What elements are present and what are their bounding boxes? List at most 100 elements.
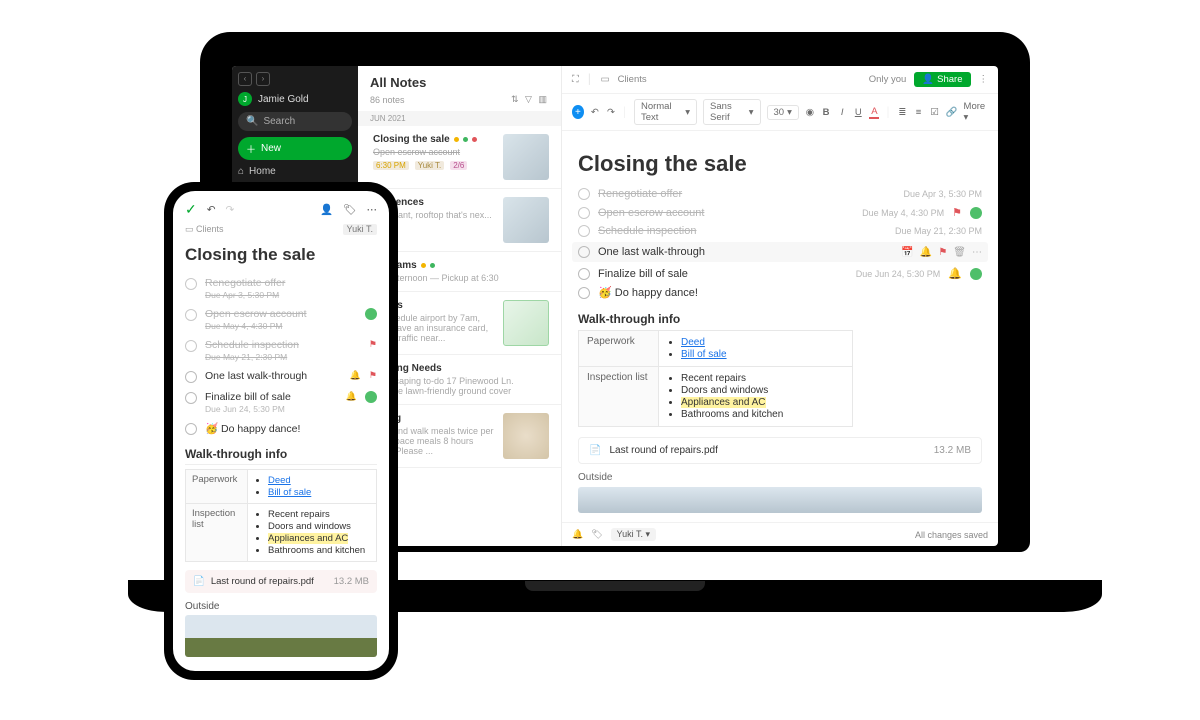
- task-checkbox[interactable]: [185, 278, 197, 290]
- date-header: JUN 2021: [358, 111, 561, 126]
- view-icon[interactable]: ▥: [538, 94, 549, 104]
- calendar-icon[interactable]: 📅: [901, 247, 913, 258]
- task-due: Due May 21, 2:30 PM: [205, 352, 361, 362]
- table-header: Inspection list: [186, 504, 248, 562]
- task-checkbox[interactable]: [578, 207, 590, 219]
- chevron-down-icon: ▾: [749, 107, 754, 118]
- task-checkbox[interactable]: [185, 309, 197, 321]
- new-button[interactable]: ＋ New: [238, 137, 352, 160]
- more-icon[interactable]: ⋯: [367, 204, 378, 216]
- font-family-select[interactable]: Sans Serif ▾: [703, 99, 760, 125]
- reminder-icon[interactable]: 🔔: [920, 247, 932, 258]
- attachment-size: 13.2 MB: [934, 445, 971, 456]
- task-text[interactable]: One last walk-through: [598, 246, 893, 258]
- task-row[interactable]: 🥳 Do happy dance!: [185, 418, 377, 439]
- task-row[interactable]: Schedule inspectionDue May 21, 2:30 PM⚑: [185, 335, 377, 366]
- checklist-icon[interactable]: ☑: [930, 107, 940, 118]
- bold-icon[interactable]: B: [821, 107, 831, 118]
- task-checkbox[interactable]: [185, 340, 197, 352]
- text-color-icon[interactable]: ◉: [805, 107, 815, 118]
- task-row[interactable]: Schedule inspectionDue May 21, 2:30 PM: [578, 222, 982, 240]
- account-menu[interactable]: J Jamie Gold: [238, 92, 352, 106]
- more-button[interactable]: More ▾: [964, 101, 988, 123]
- search-input[interactable]: 🔍 Search: [238, 112, 352, 131]
- attached-image[interactable]: [185, 615, 377, 657]
- note-thumbnail: [503, 300, 549, 346]
- numbered-list-icon[interactable]: ≡: [913, 107, 923, 118]
- task-row[interactable]: Renegotiate offerDue Apr 3, 5:30 PM: [578, 185, 982, 203]
- breadcrumb[interactable]: Clients: [196, 224, 224, 234]
- flag-icon: ⚑: [369, 370, 377, 381]
- insert-button[interactable]: +: [572, 105, 584, 119]
- redo-icon[interactable]: ↷: [226, 204, 235, 216]
- assignee-chip[interactable]: Yuki T. ▾: [611, 528, 656, 541]
- link[interactable]: Deed: [681, 337, 705, 348]
- nav-forward-icon[interactable]: ›: [256, 72, 270, 86]
- link[interactable]: Bill of sale: [268, 487, 311, 498]
- font-size-select[interactable]: 30 ▾: [767, 105, 799, 120]
- redo-icon[interactable]: ↷: [606, 107, 616, 118]
- table-header: Paperwork: [186, 470, 248, 504]
- link[interactable]: Bill of sale: [681, 349, 727, 360]
- tag-icon[interactable]: 🏷: [343, 203, 356, 216]
- task-checkbox[interactable]: [185, 392, 197, 404]
- task-text: 🥳 Do happy dance!: [598, 286, 982, 299]
- breadcrumb[interactable]: Clients: [618, 74, 647, 85]
- task-row[interactable]: Finalize bill of saleDue Jun 24, 5:30 PM…: [185, 387, 377, 418]
- task-row[interactable]: Open escrow accountDue May 4, 4:30 PM⚑: [578, 203, 982, 222]
- undo-icon[interactable]: ↶: [207, 204, 216, 216]
- attached-image[interactable]: [578, 487, 982, 513]
- more-icon[interactable]: ⋮: [979, 74, 989, 85]
- search-icon: 🔍: [246, 116, 258, 127]
- task-row[interactable]: One last walk-through 📅 🔔 ⚑ 🗑 ⋯: [572, 242, 988, 262]
- done-icon[interactable]: ✓: [185, 201, 197, 218]
- table-cell: DeedBill of sale: [659, 331, 853, 367]
- filter-icon[interactable]: ▽: [525, 94, 534, 104]
- task-row[interactable]: One last walk-through🔔⚑: [185, 366, 377, 387]
- task-checkbox[interactable]: [578, 246, 590, 258]
- task-checkbox[interactable]: [185, 423, 197, 435]
- task-checkbox[interactable]: [578, 188, 590, 200]
- task-row[interactable]: Renegotiate offerDue Apr 3, 5:30 PM: [185, 273, 377, 304]
- task-checkbox[interactable]: [578, 287, 590, 299]
- note-editor: ⛶ │ ▭ Clients Only you 👤Share ⋮ +: [562, 66, 998, 546]
- highlight-icon[interactable]: A: [869, 106, 879, 119]
- paragraph-style-select[interactable]: Normal Text ▾: [634, 99, 697, 125]
- nav-back-icon[interactable]: ‹: [238, 72, 252, 86]
- attachment[interactable]: 📄 Last round of repairs.pdf 13.2 MB: [185, 570, 377, 593]
- task-checkbox[interactable]: [578, 268, 590, 280]
- reminder-footer-icon[interactable]: 🔔: [572, 529, 583, 540]
- attachment[interactable]: 📄 Last round of repairs.pdf 13.2 MB: [578, 437, 982, 464]
- share-icon[interactable]: 👤: [320, 203, 333, 216]
- save-status: All changes saved: [915, 530, 988, 540]
- note-title[interactable]: Closing the sale: [185, 245, 377, 265]
- more-icon[interactable]: ⋯: [972, 247, 982, 258]
- task-due: Due May 21, 2:30 PM: [895, 226, 982, 236]
- task-due: Due May 4, 4:30 PM: [205, 321, 357, 331]
- section-heading: Walk-through info: [185, 447, 377, 465]
- assignee-chip[interactable]: Yuki T.: [343, 224, 377, 235]
- note-item[interactable]: Closing the sale Open escrow account 6:3…: [358, 126, 561, 189]
- note-title[interactable]: Closing the sale: [578, 151, 982, 177]
- sort-icon[interactable]: ⇅: [511, 94, 521, 104]
- task-text: Renegotiate offer: [598, 188, 895, 200]
- delete-icon[interactable]: 🗑: [953, 247, 966, 258]
- undo-icon[interactable]: ↶: [590, 107, 600, 118]
- link-icon[interactable]: 🔗: [946, 107, 958, 118]
- flag-icon[interactable]: ⚑: [938, 247, 947, 258]
- task-checkbox[interactable]: [578, 225, 590, 237]
- expand-icon[interactable]: ⛶: [572, 74, 579, 85]
- bullet-list-icon[interactable]: ≣: [897, 107, 907, 118]
- underline-icon[interactable]: U: [853, 107, 863, 118]
- link[interactable]: Deed: [268, 475, 291, 486]
- tag-icon[interactable]: 🏷: [591, 529, 602, 540]
- flag-icon: ⚑: [369, 339, 377, 350]
- share-button[interactable]: 👤Share: [914, 72, 970, 87]
- task-row[interactable]: 🥳 Do happy dance!: [578, 283, 982, 302]
- task-row[interactable]: Open escrow accountDue May 4, 4:30 PM: [185, 304, 377, 335]
- sidebar-item-home[interactable]: ⌂ Home: [238, 166, 352, 177]
- italic-icon[interactable]: I: [837, 107, 847, 118]
- task-checkbox[interactable]: [185, 371, 197, 383]
- search-placeholder: Search: [263, 116, 295, 127]
- task-row[interactable]: Finalize bill of saleDue Jun 24, 5:30 PM…: [578, 264, 982, 283]
